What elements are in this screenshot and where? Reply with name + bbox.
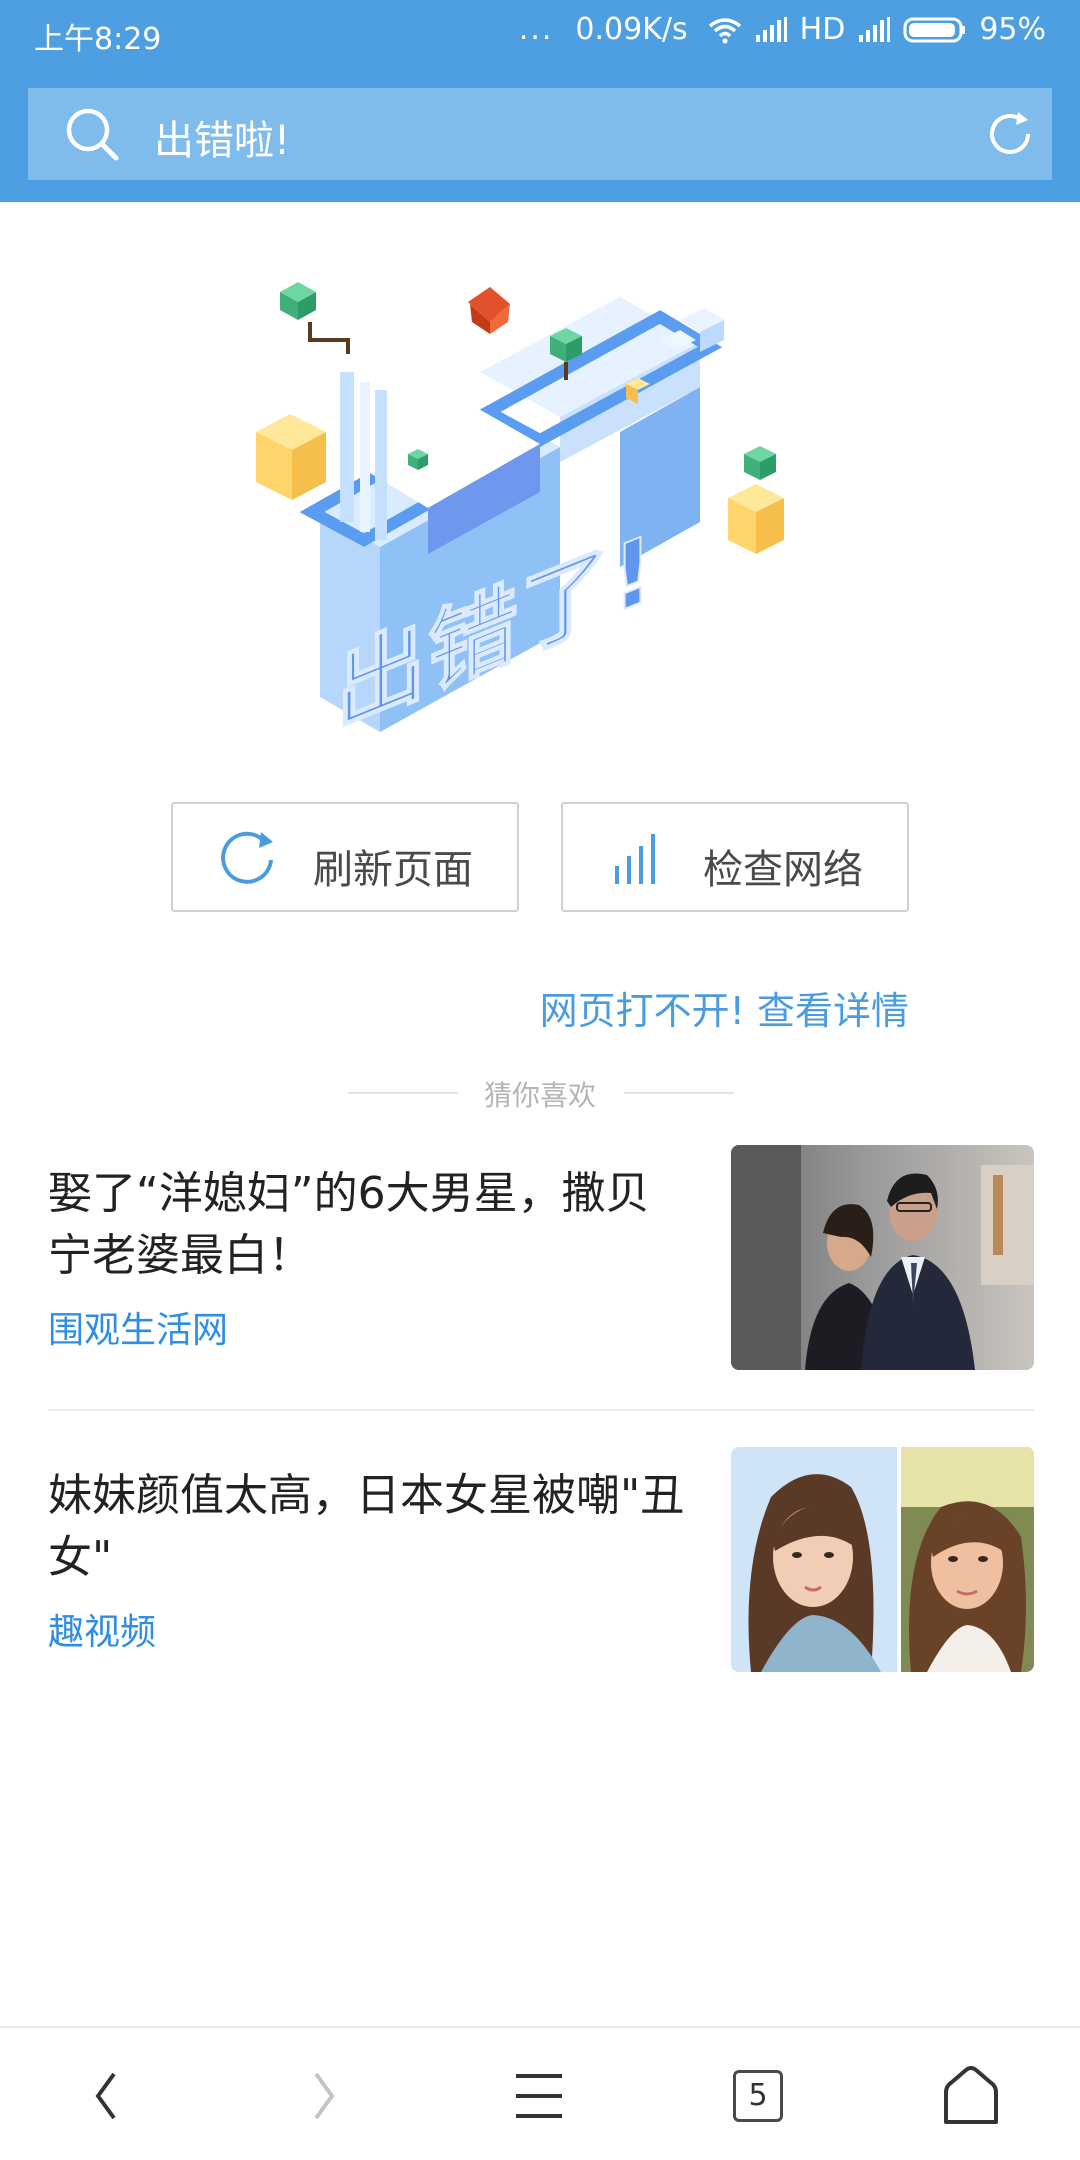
battery-percent: 95%: [979, 12, 1046, 47]
news-thumbnail[interactable]: [731, 1447, 1034, 1672]
error-illustration: 出错了!: [240, 262, 800, 748]
back-button[interactable]: [72, 2066, 142, 2126]
news-source: 趣视频: [48, 1612, 157, 1653]
news-source: 围观生活网: [48, 1310, 229, 1351]
reload-icon[interactable]: [984, 108, 1036, 160]
refresh-page-label: 刷新页面: [313, 847, 473, 893]
signal-icon: [754, 16, 788, 43]
news-title[interactable]: 娶了“洋媳妇”的6大男星，撒贝宁老婆最白！: [48, 1163, 688, 1287]
forward-button[interactable]: [288, 2066, 358, 2126]
address-bar[interactable]: 出错啦!: [28, 88, 1052, 180]
news-separator: [48, 1409, 1034, 1411]
tabs-button[interactable]: 5: [721, 2066, 791, 2126]
status-more-dots: ...: [518, 12, 554, 47]
network-signal-icon: [609, 830, 671, 888]
menu-button[interactable]: [504, 2066, 574, 2126]
news-thumbnail[interactable]: [731, 1145, 1034, 1370]
chevron-right-icon: [288, 2072, 358, 2130]
divider-line-right: [624, 1092, 734, 1094]
search-icon[interactable]: [62, 104, 122, 164]
menu-icon: [504, 2074, 574, 2130]
wifi-icon: [708, 16, 742, 44]
recommend-divider: 猜你喜欢: [0, 1072, 1080, 1112]
status-right: ... 0.09K/s HD 95%: [519, 12, 1046, 47]
top-bar: 上午8:29 ... 0.09K/s HD 95% 出错啦!: [0, 0, 1080, 202]
view-details-link[interactable]: 网页打不开! 查看详情: [540, 980, 909, 1035]
tab-count: 5: [733, 2070, 783, 2122]
network-speed: 0.09K/s: [575, 12, 688, 47]
refresh-page-button[interactable]: 刷新页面: [171, 802, 519, 912]
status-time: 上午8:29: [34, 22, 162, 57]
signal-icon-2: [857, 16, 891, 43]
refresh-icon: [219, 830, 281, 888]
chevron-left-icon: [72, 2072, 142, 2130]
home-button[interactable]: [936, 2066, 1006, 2126]
hd-label: HD: [799, 12, 846, 47]
recommend-heading: 猜你喜欢: [483, 1079, 596, 1112]
status-bar: 上午8:29 ... 0.09K/s HD 95%: [0, 0, 1080, 66]
news-title[interactable]: 妹妹颜值太高，日本女星被嘲"丑女": [48, 1465, 688, 1589]
battery-icon: [903, 16, 967, 44]
bottom-navigation: 5: [0, 2026, 1080, 2160]
home-icon: [936, 2066, 1006, 2130]
check-network-label: 检查网络: [703, 847, 863, 893]
check-network-button[interactable]: 检查网络: [561, 802, 909, 912]
address-text[interactable]: 出错啦!: [154, 108, 290, 166]
